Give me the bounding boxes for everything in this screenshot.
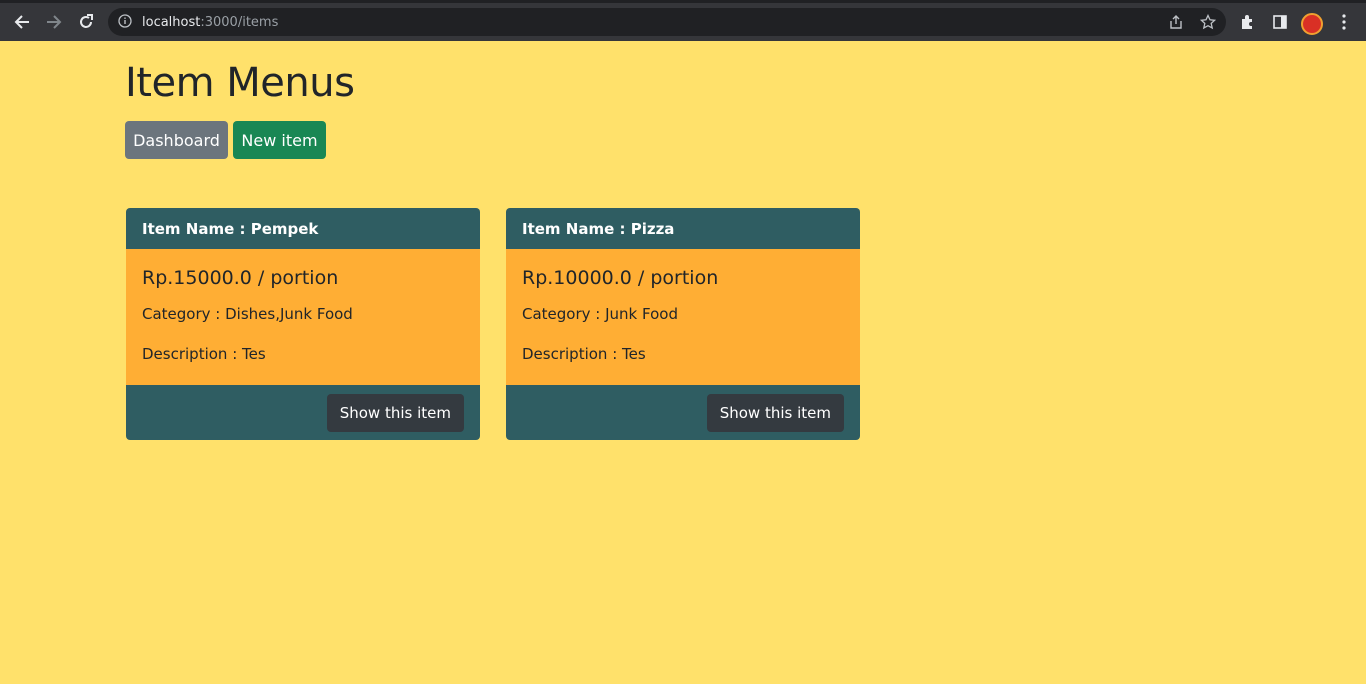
- item-description: Description : Tes: [142, 345, 266, 363]
- info-icon[interactable]: [118, 14, 134, 30]
- dashboard-button[interactable]: Dashboard: [125, 121, 228, 159]
- item-price: Rp.10000.0 / portion: [522, 267, 719, 289]
- item-card-body: Rp.15000.0 / portion Category : Dishes,J…: [126, 249, 480, 385]
- item-card: Item Name : Pizza Rp.10000.0 / portion C…: [506, 208, 860, 440]
- item-card-header: Item Name : Pizza: [506, 208, 860, 249]
- extensions-icon[interactable]: [1232, 3, 1264, 41]
- url-text: localhost:3000/items: [142, 15, 279, 30]
- show-item-button[interactable]: Show this item: [706, 394, 844, 432]
- share-icon[interactable]: [1168, 14, 1184, 30]
- item-card: Item Name : Pempek Rp.15000.0 / portion …: [126, 208, 480, 440]
- profile-avatar[interactable]: [1301, 13, 1323, 35]
- back-icon[interactable]: [6, 3, 38, 41]
- browser-toolbar: localhost:3000/items: [0, 0, 1366, 41]
- show-item-button[interactable]: Show this item: [326, 394, 464, 432]
- item-card-footer: Show this item: [506, 385, 860, 440]
- item-price: Rp.15000.0 / portion: [142, 267, 339, 289]
- page-title: Item Menus: [125, 60, 355, 106]
- item-description: Description : Tes: [522, 345, 646, 363]
- forward-icon[interactable]: [38, 3, 70, 41]
- bookmark-star-icon[interactable]: [1199, 13, 1217, 30]
- item-category: Category : Dishes,Junk Food: [142, 305, 353, 323]
- item-category: Category : Junk Food: [522, 305, 678, 323]
- reload-icon[interactable]: [70, 3, 102, 41]
- new-item-button[interactable]: New item: [233, 121, 326, 159]
- side-panel-icon[interactable]: [1264, 3, 1296, 41]
- item-card-footer: Show this item: [126, 385, 480, 440]
- address-bar[interactable]: localhost:3000/items: [108, 8, 1226, 36]
- item-card-header: Item Name : Pempek: [126, 208, 480, 249]
- menu-kebab-icon[interactable]: [1328, 3, 1360, 41]
- item-card-body: Rp.10000.0 / portion Category : Junk Foo…: [506, 249, 860, 385]
